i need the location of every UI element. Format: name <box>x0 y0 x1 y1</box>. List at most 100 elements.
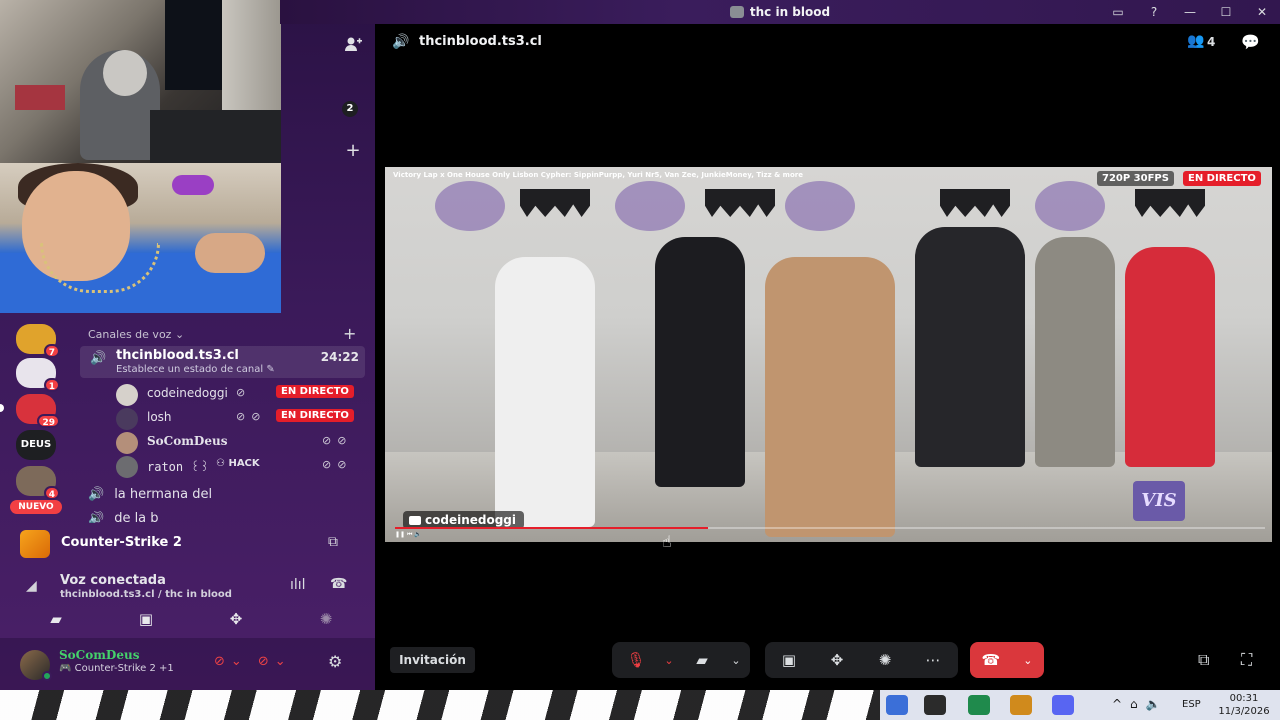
taskbar-app-icon[interactable] <box>886 695 908 715</box>
more-icon[interactable]: ⋯ <box>909 642 957 678</box>
people-icon[interactable]: 👥 <box>1187 33 1204 49</box>
wall-drip-logo <box>520 189 590 217</box>
call-controls: Invitación 🎙 ⌄ ▰ ⌄ ▣ ✥ ✺ ⋯ ☎ ⌄ ⧉ ⛶ <box>375 640 1280 680</box>
member-tag-text: HACK <box>228 458 260 469</box>
server-icon-3[interactable]: 29 <box>16 394 60 428</box>
stream-person <box>765 257 895 537</box>
webcam-overlay-bottom <box>0 163 281 313</box>
channel-list: Canales de voz ⌄ + 🔊 thcinblood.ts3.cl E… <box>80 324 370 524</box>
voice-action-buttons: ▰ ▣ ✥ ✺ <box>16 606 366 634</box>
share-screen-icon[interactable]: ⧉ <box>328 534 338 550</box>
mic-muted-icon[interactable]: 🎙 <box>612 642 660 678</box>
add-channel-icon[interactable]: + <box>343 324 356 343</box>
speaker-icon: 🔊 <box>90 351 107 366</box>
fullscreen-icon[interactable]: ⛶ <box>1241 650 1252 670</box>
server-rail: 7 1 29 DEUS 4 <box>0 320 72 525</box>
camera-off-icon[interactable]: ▰ <box>678 642 726 678</box>
signal-icon[interactable]: ◢ <box>26 578 37 594</box>
app-icon <box>729 6 744 18</box>
channel-status[interactable]: Establece un estado de canal ✎ <box>116 364 275 375</box>
hangup-button[interactable]: ☎ ⌄ <box>970 642 1044 678</box>
video-progress-fill <box>395 527 709 529</box>
cam-object <box>15 85 65 110</box>
voice-channel[interactable]: 🔊 la hermana del <box>88 487 212 502</box>
close-button[interactable]: ✕ <box>1244 0 1280 24</box>
activity-panel: Counter-Strike 2 ⧉ <box>8 526 370 562</box>
stream-tile[interactable]: Victory Lap x One House Only Lisbon Cyph… <box>385 167 1272 542</box>
mute-deafen-icon: ⊘⊘ <box>322 434 353 447</box>
chevron-down-icon[interactable]: ⌄ <box>660 642 678 678</box>
maximize-button[interactable]: ☐ <box>1208 0 1244 24</box>
app-root: + 2 7 1 29 DEUS 4 NUEVO Canales de voz ⌄… <box>0 0 1280 720</box>
voice-member[interactable]: codeinedoggi ⊘ EN DIRECTO <box>116 382 366 406</box>
stream-person <box>495 257 595 527</box>
channel-name: thcinblood.ts3.cl <box>116 348 239 363</box>
activities-icon[interactable]: ✥ <box>813 642 861 678</box>
pause-icon[interactable]: ❚❚ <box>395 531 405 538</box>
server-icon-deus[interactable]: DEUS <box>16 430 56 460</box>
discord-taskbar-icon[interactable] <box>1052 695 1074 715</box>
chevron-down-icon[interactable]: ⌄ <box>726 642 746 678</box>
pencil-icon: ✎ <box>266 364 275 375</box>
member-name: losh <box>147 410 172 424</box>
input-language[interactable]: ESP <box>1182 699 1201 710</box>
gear-icon[interactable]: ⚙ <box>328 652 342 671</box>
chevron-down-icon: ⌄ <box>1023 653 1033 667</box>
user-name[interactable]: SoComDeus <box>59 648 139 662</box>
popout-icon[interactable]: ⧉ <box>1198 650 1209 670</box>
channel-status-text: Establece un estado de canal <box>116 364 264 375</box>
server-badge: 4 <box>43 486 60 500</box>
help-icon[interactable]: ? <box>1136 0 1172 24</box>
minimize-button[interactable]: — <box>1172 0 1208 24</box>
taskbar-app-icon[interactable] <box>1010 695 1032 715</box>
clock[interactable]: 00:31 11/3/2026 <box>1216 692 1272 718</box>
screen-share-button[interactable]: ▣ <box>106 606 186 632</box>
deafen-icon: ⊘⊘ <box>236 410 267 423</box>
server-icon-2[interactable]: 1 <box>16 358 60 392</box>
voice-channel[interactable]: 🔊 de la b <box>88 511 159 523</box>
taskbar-app-icon[interactable] <box>968 695 990 715</box>
chevron-down-icon: ⌄ <box>174 328 185 341</box>
server-icon-1[interactable]: 7 <box>16 324 60 358</box>
member-name: codeinedoggi <box>147 386 228 400</box>
camera-off-button[interactable]: ▰ <box>16 606 96 632</box>
activities-button[interactable]: ✥ <box>196 606 276 632</box>
screen-share-icon: ▣ <box>138 610 154 628</box>
os-taskbar: ^⌂🔈 ESP 00:31 11/3/2026 <box>0 690 1280 720</box>
disconnect-icon[interactable]: ☎ <box>330 576 347 592</box>
soundboard-button[interactable]: ✺ <box>286 606 366 632</box>
add-server-icon[interactable]: + <box>343 140 363 161</box>
clock-date: 11/3/2026 <box>1218 706 1270 717</box>
channel-name: de la b <box>114 511 159 523</box>
inbox-icon[interactable]: ▭ <box>1100 0 1136 24</box>
server-icon-5[interactable]: 4 <box>16 466 60 500</box>
camera-off-icon: ▰ <box>50 610 62 628</box>
soundboard-icon[interactable]: ✺ <box>861 642 909 678</box>
voice-member[interactable]: SoComDeus ⊘⊘ <box>116 430 366 454</box>
screen-share-icon[interactable]: ▣ <box>765 642 813 678</box>
server-badge: 1 <box>43 378 60 392</box>
voice-status-subtitle[interactable]: thcinblood.ts3.cl / thc in blood <box>60 589 232 600</box>
invite-button[interactable]: Invitación <box>390 647 475 673</box>
tray-system-icons[interactable]: ^⌂🔈 <box>1112 697 1169 711</box>
volume-icon[interactable]: 🔈 <box>414 531 421 538</box>
add-friend-icon[interactable] <box>343 34 363 54</box>
wall-logo <box>785 181 855 231</box>
taskbar-app-icon[interactable] <box>924 695 946 715</box>
video-progress-bar[interactable] <box>395 527 1265 529</box>
monitor-icon <box>409 516 421 525</box>
chat-icon[interactable]: 💬 <box>1241 33 1260 51</box>
channel-watermark: VIS <box>1133 481 1185 521</box>
voice-member[interactable]: raton ꒰꒱ ⚇ HACK ⊘⊘ <box>116 454 366 478</box>
previous-icon[interactable]: ⏮ <box>407 531 412 538</box>
stream-person <box>1035 237 1115 467</box>
voice-category[interactable]: Canales de voz ⌄ <box>88 328 184 341</box>
soundboard-icon: ✺ <box>319 610 333 628</box>
desktop-wallpaper <box>0 690 880 720</box>
mute-toggle-icon[interactable]: ⊘⌄ ⊘⌄ <box>214 654 292 669</box>
active-voice-channel[interactable]: 🔊 thcinblood.ts3.cl Establece un estado … <box>80 346 365 378</box>
mute-deafen-icon: ⊘⊘ <box>322 458 353 471</box>
user-status: 🎮 Counter-Strike 2 +1 <box>59 663 174 674</box>
voice-member[interactable]: losh ⊘⊘ EN DIRECTO <box>116 406 366 430</box>
noise-suppression-icon[interactable]: ılıl <box>290 577 306 593</box>
